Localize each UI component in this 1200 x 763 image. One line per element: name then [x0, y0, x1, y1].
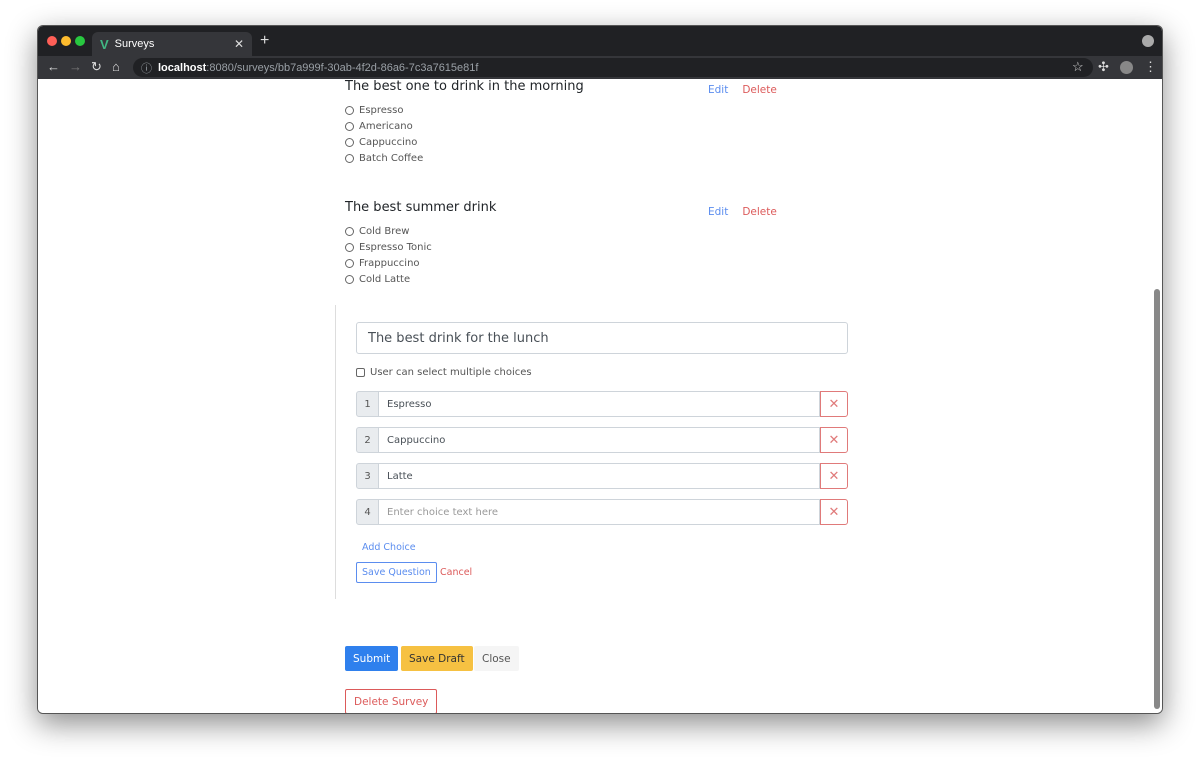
- home-icon[interactable]: ⌂: [112, 59, 120, 74]
- address-bar[interactable]: ⓘ localhost :8080/surveys/bb7a999f-30ab-…: [133, 58, 1093, 77]
- option-label: Frappuccino: [359, 257, 420, 269]
- option-label: Cappuccino: [359, 136, 418, 148]
- new-tab-icon[interactable]: +: [260, 32, 269, 50]
- option[interactable]: Cold Latte: [345, 271, 496, 287]
- radio-icon[interactable]: [345, 105, 354, 115]
- option[interactable]: Batch Coffee: [345, 150, 584, 166]
- cancel-link[interactable]: Cancel: [440, 567, 472, 578]
- option[interactable]: Espresso Tonic: [345, 239, 496, 255]
- avatar[interactable]: [1120, 61, 1133, 74]
- option[interactable]: Frappuccino: [345, 255, 496, 271]
- question-1: The best one to drink in the morning Esp…: [345, 79, 584, 166]
- extensions-icon[interactable]: ✣: [1098, 59, 1109, 75]
- choice-input[interactable]: Espresso: [379, 391, 820, 417]
- save-question-button[interactable]: Save Question: [356, 562, 437, 583]
- remove-choice-button[interactable]: ✕: [820, 499, 848, 525]
- choice-row: 1 Espresso ✕: [356, 391, 848, 417]
- remove-choice-button[interactable]: ✕: [820, 463, 848, 489]
- question-2: The best summer drink Cold Brew Espresso…: [345, 200, 496, 287]
- browser-tab[interactable]: V Surveys ✕: [92, 32, 252, 56]
- option-label: Espresso Tonic: [359, 241, 432, 253]
- option-label: Cold Brew: [359, 225, 410, 237]
- remove-choice-button[interactable]: ✕: [820, 391, 848, 417]
- choice-input[interactable]: Enter choice text here: [379, 499, 820, 525]
- choice-row: 3 Latte ✕: [356, 463, 848, 489]
- remove-choice-button[interactable]: ✕: [820, 427, 848, 453]
- delete-question-link[interactable]: Delete: [742, 206, 777, 218]
- radio-icon[interactable]: [345, 226, 354, 236]
- close-window-button[interactable]: [47, 36, 57, 46]
- multiple-choice-checkbox[interactable]: User can select multiple choices: [356, 367, 532, 378]
- submit-button[interactable]: Submit: [345, 646, 399, 671]
- close-tab-icon[interactable]: ✕: [234, 37, 244, 51]
- choice-number: 3: [356, 463, 379, 489]
- option[interactable]: Cappuccino: [345, 134, 584, 150]
- choice-input[interactable]: Latte: [379, 463, 820, 489]
- option-label: Cold Latte: [359, 273, 411, 285]
- reload-icon[interactable]: ↻: [91, 59, 102, 75]
- choice-number: 4: [356, 499, 379, 525]
- option-label: Americano: [359, 120, 413, 132]
- delete-question-link[interactable]: Delete: [742, 84, 777, 96]
- vue-logo-icon: V: [100, 36, 109, 52]
- radio-icon[interactable]: [345, 121, 354, 131]
- choice-number: 2: [356, 427, 379, 453]
- page-content: The best one to drink in the morning Esp…: [38, 79, 1162, 713]
- save-draft-button[interactable]: Save Draft: [401, 646, 473, 671]
- choice-row: 2 Cappuccino ✕: [356, 427, 848, 453]
- title-bar: V Surveys ✕ +: [38, 26, 1162, 56]
- edit-question-link[interactable]: Edit: [708, 84, 728, 96]
- forward-icon[interactable]: →: [69, 59, 82, 74]
- checkbox-icon[interactable]: [356, 368, 365, 377]
- radio-icon[interactable]: [345, 153, 354, 163]
- option[interactable]: Espresso: [345, 102, 584, 118]
- browser-toolbar: ← → ↻ ⌂ ⓘ localhost :8080/surveys/bb7a99…: [38, 56, 1162, 79]
- radio-icon[interactable]: [345, 274, 354, 284]
- profile-menu-icon[interactable]: [1142, 35, 1154, 47]
- scrollbar[interactable]: [1154, 289, 1160, 709]
- radio-icon[interactable]: [345, 258, 354, 268]
- url-host: localhost: [158, 61, 207, 74]
- choice-row: 4 Enter choice text here ✕: [356, 499, 848, 525]
- option-label: Batch Coffee: [359, 152, 424, 164]
- radio-icon[interactable]: [345, 137, 354, 147]
- minimize-window-button[interactable]: [61, 36, 71, 46]
- maximize-window-button[interactable]: [75, 36, 85, 46]
- question-editor: The best drink for the lunch User can se…: [335, 305, 855, 599]
- option[interactable]: Cold Brew: [345, 223, 496, 239]
- choice-input[interactable]: Cappuccino: [379, 427, 820, 453]
- checkbox-label: User can select multiple choices: [370, 367, 532, 378]
- option[interactable]: Americano: [345, 118, 584, 134]
- radio-icon[interactable]: [345, 242, 354, 252]
- info-icon: ⓘ: [141, 62, 152, 75]
- question-title: The best one to drink in the morning: [345, 79, 584, 94]
- add-choice-link[interactable]: Add Choice: [362, 542, 416, 553]
- url-path: :8080/surveys/bb7a999f-30ab-4f2d-86a6-7c…: [206, 61, 479, 74]
- back-icon[interactable]: ←: [47, 59, 60, 74]
- delete-survey-button[interactable]: Delete Survey: [345, 689, 438, 713]
- browser-window: V Surveys ✕ + ← → ↻ ⌂ ⓘ localhost :8080/…: [37, 25, 1163, 714]
- option-label: Espresso: [359, 104, 404, 116]
- question-title-input[interactable]: The best drink for the lunch: [356, 322, 848, 354]
- edit-question-link[interactable]: Edit: [708, 206, 728, 218]
- question-title: The best summer drink: [345, 200, 497, 215]
- close-button[interactable]: Close: [474, 646, 519, 671]
- menu-icon[interactable]: ⋮: [1144, 59, 1157, 75]
- choice-number: 1: [356, 391, 379, 417]
- tab-title: Surveys: [114, 38, 155, 50]
- bookmark-star-icon[interactable]: ☆: [1072, 59, 1084, 75]
